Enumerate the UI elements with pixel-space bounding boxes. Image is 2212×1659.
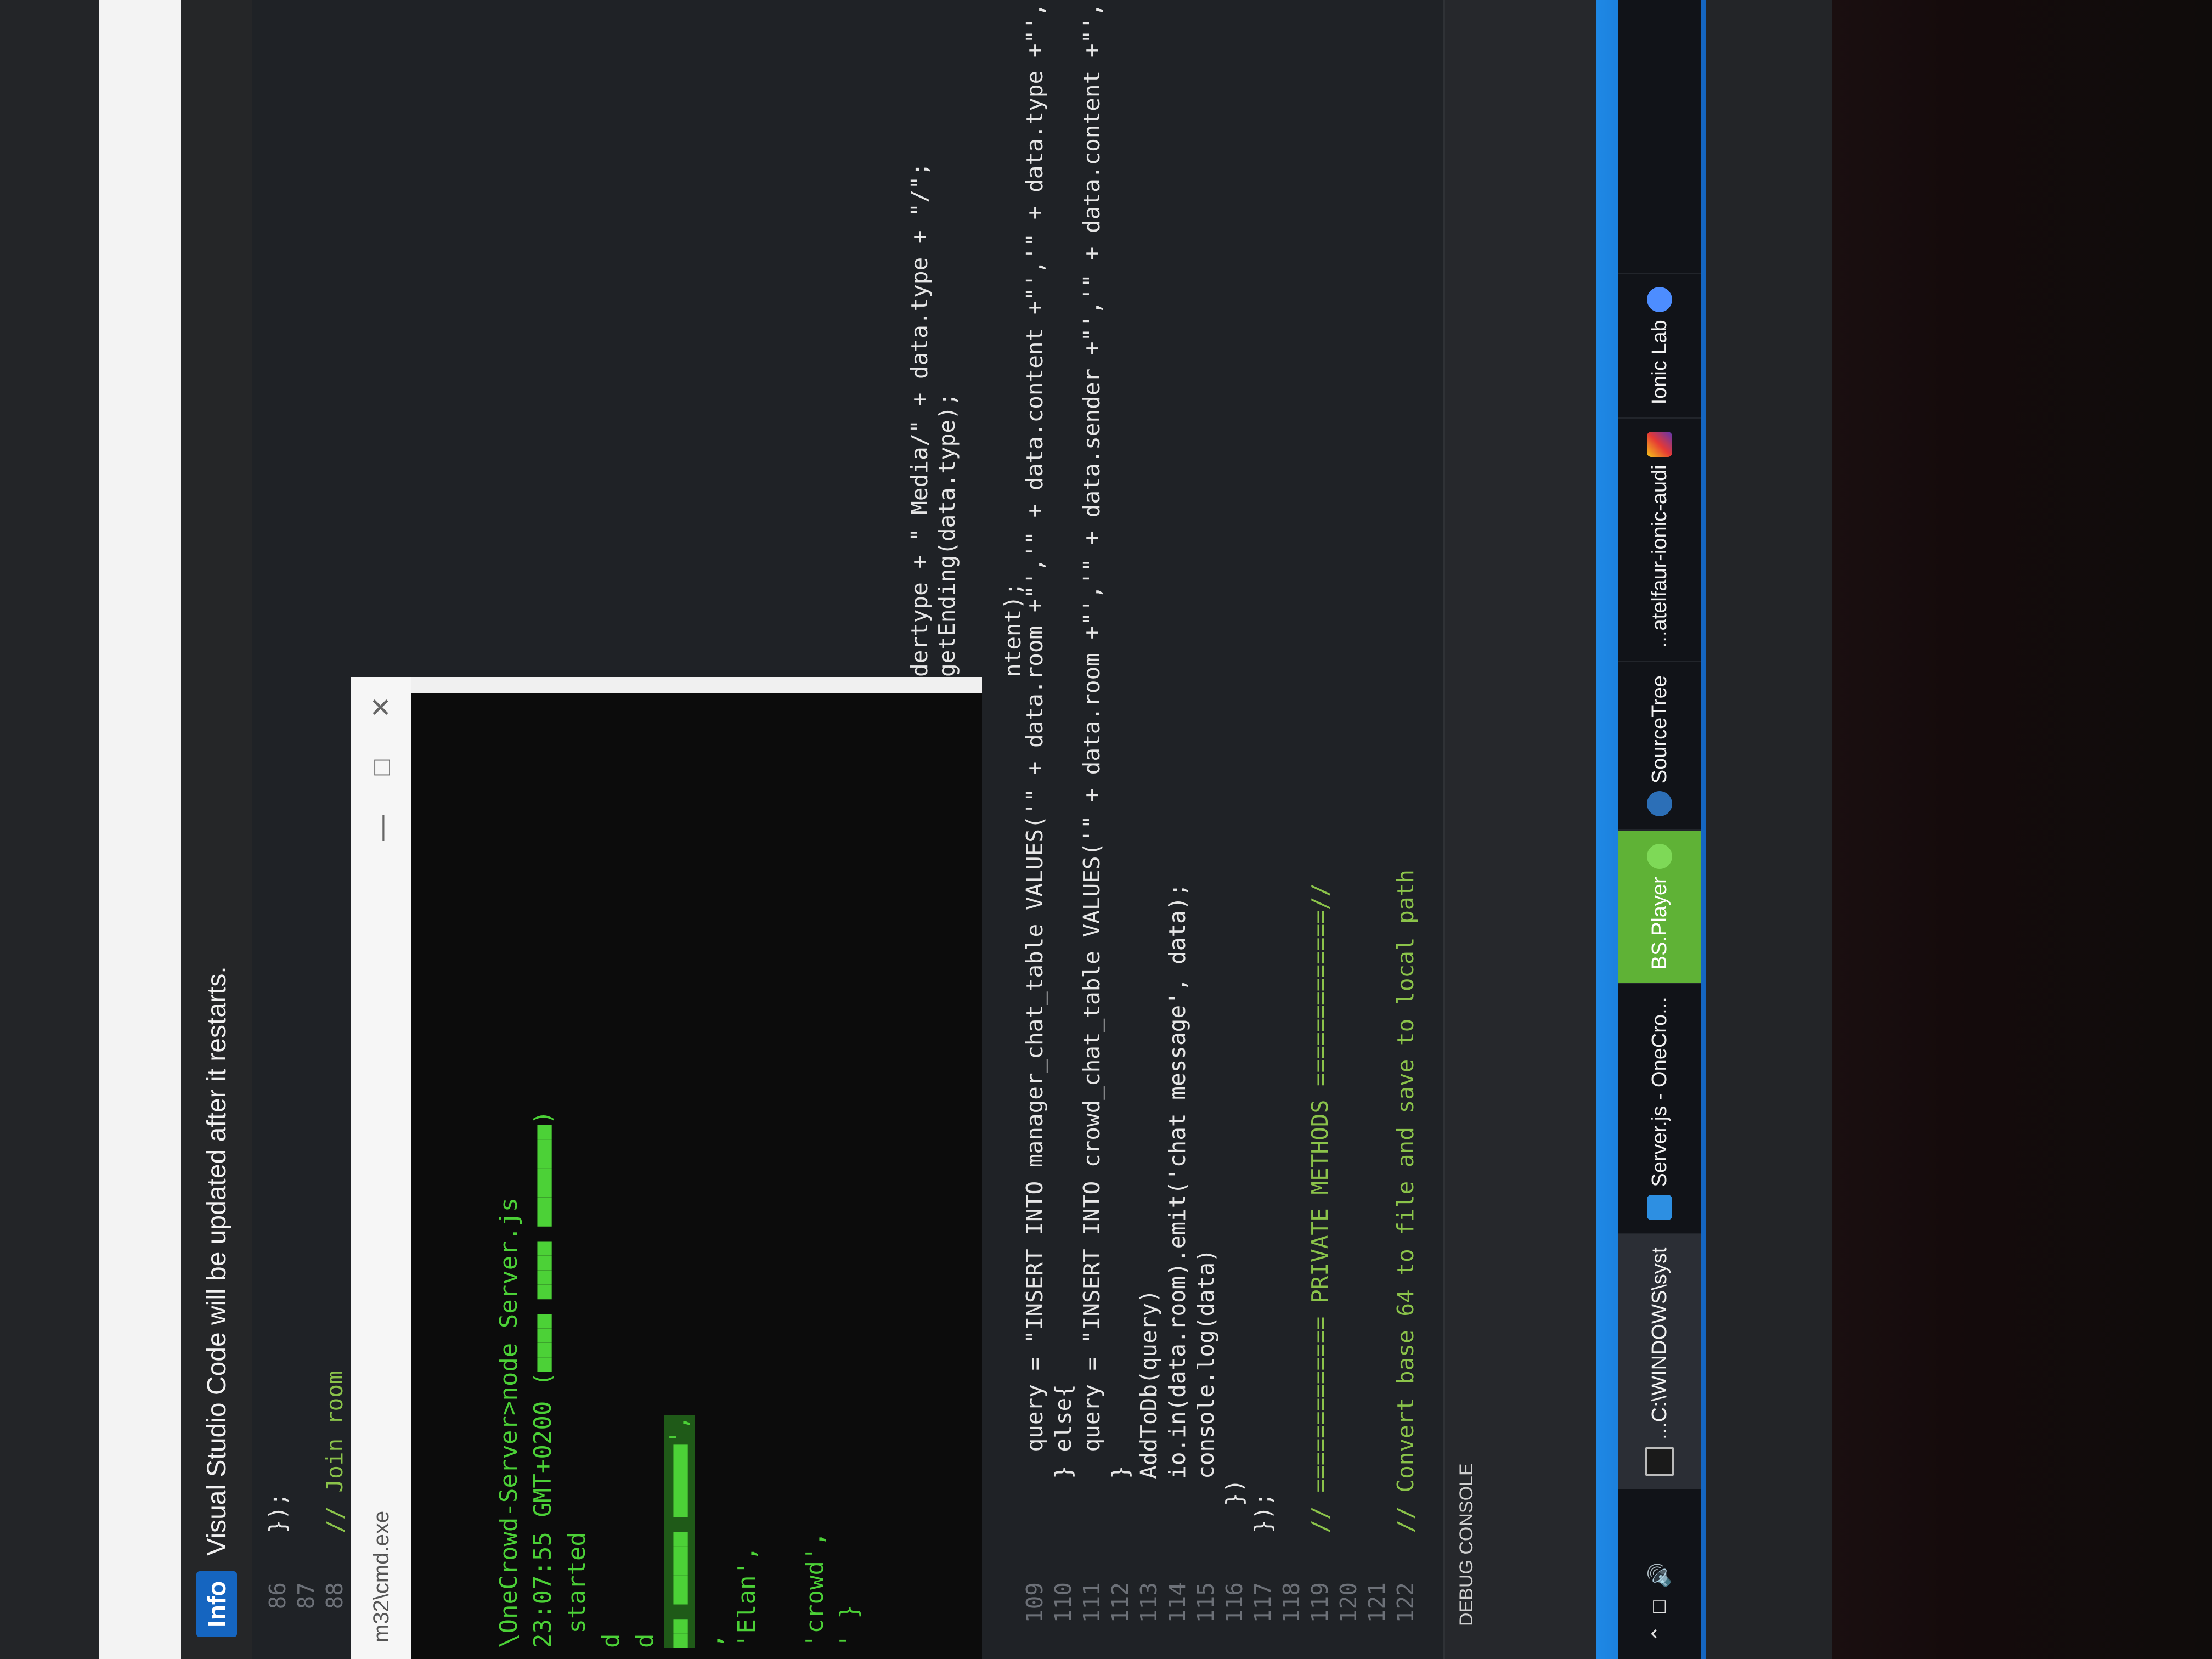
- cmd-line: ■■ ■■■■■ ■■■■■',: [664, 1415, 695, 1648]
- minimize-icon[interactable]: —: [366, 798, 397, 858]
- code-line: 117 });: [1250, 1492, 1276, 1623]
- taskbar-item-vscode[interactable]: Server.js - OneCro...: [1618, 983, 1701, 1233]
- code-line: 122 // Convert base 64 to file and save …: [1392, 870, 1419, 1623]
- cmd-scrollbar[interactable]: [411, 677, 982, 693]
- code-fragment: getEnding(data.type);: [934, 392, 960, 677]
- code-line: 112 }: [1107, 1465, 1133, 1623]
- vscode-icon: [1647, 1194, 1672, 1220]
- maximize-icon[interactable]: □: [366, 737, 397, 798]
- taskbar-item-label: SourceTree: [1647, 675, 1671, 784]
- taskbar-item-label: Ionic Lab: [1647, 320, 1671, 405]
- terminal-icon: [1645, 1447, 1674, 1476]
- code-line: 111 query = "INSERT INTO crowd_chat_tabl…: [1079, 0, 1105, 1623]
- code-line: 109 query = "INSERT INTO manager_chat_ta…: [1022, 0, 1048, 1623]
- taskbar-item-sourcetree[interactable]: SourceTree: [1618, 661, 1701, 830]
- taskbar-item-cmd[interactable]: ...C:\WINDOWS\syst: [1618, 1233, 1701, 1489]
- taskbar-item-label: ...C:\WINDOWS\syst: [1647, 1247, 1671, 1440]
- code-line: 87: [293, 1582, 319, 1610]
- cmd-line: 'crowd',: [801, 1532, 829, 1648]
- sourcetree-icon: [1647, 791, 1672, 817]
- taskbar-item-label: ...atelfaur-ionic-audi: [1647, 465, 1671, 648]
- chevron-up-icon[interactable]: ⌃: [1647, 1625, 1672, 1643]
- photo-frame: Info Visual Studio Code will be updated …: [0, 0, 2212, 1659]
- code-line: 88 // Join room: [321, 1370, 348, 1610]
- notification-bar: Info Visual Studio Code will be updated …: [181, 0, 252, 1659]
- code-line: 121: [1364, 1582, 1390, 1623]
- taskbar-item-audio-app[interactable]: ...atelfaur-ionic-audi: [1618, 417, 1701, 662]
- cmd-title: m32\cmd.exe: [369, 1510, 393, 1643]
- monitor-screen: Info Visual Studio Code will be updated …: [0, 0, 1832, 1659]
- code-line: 120: [1335, 1582, 1362, 1623]
- code-line: 114 io.in(data.room).emit('chat message'…: [1164, 883, 1190, 1623]
- code-line: 116 }): [1221, 1479, 1248, 1623]
- code-line: 113 AddToDb(query): [1136, 1289, 1162, 1623]
- debug-console-tab[interactable]: DEBUG CONSOLE: [1456, 1463, 1477, 1626]
- cmd-line: d: [597, 1633, 625, 1649]
- notification-message: Visual Studio Code will be updated after…: [202, 966, 232, 1556]
- debug-console-panel[interactable]: DEBUG CONSOLE: [1443, 0, 1599, 1659]
- taskbar-items: ⌃ □ 🔊 ...C:\WINDOWS\syst Server.js - One…: [1618, 0, 1701, 1659]
- cmd-window[interactable]: m32\cmd.exe — □ ✕ \OneCrowd-Server>node …: [351, 677, 982, 1659]
- cmd-line: d: [631, 1633, 659, 1649]
- code-line: 119 // ============= PRIVATE METHODS ===…: [1307, 883, 1333, 1623]
- bsplayer-icon: [1647, 844, 1672, 870]
- cmd-line: ,: [699, 1633, 727, 1649]
- close-icon[interactable]: ✕: [366, 677, 397, 737]
- taskbar-item-label: BS.Player: [1647, 877, 1671, 970]
- cmd-line: ' }: [835, 1604, 863, 1648]
- code-line: 86 });: [264, 1492, 291, 1610]
- ionic-icon: [1647, 287, 1672, 313]
- network-icon[interactable]: □: [1647, 1600, 1672, 1613]
- taskbar-item-label: Server.js - OneCro...: [1647, 997, 1671, 1187]
- monitor-bezel: LG: [1832, 0, 2212, 1659]
- taskbar-item-bsplayer[interactable]: BS.Player: [1618, 830, 1701, 983]
- code-line: 115 console.log(data): [1193, 1249, 1219, 1623]
- taskbar-item-ionic-lab[interactable]: Ionic Lab: [1618, 273, 1701, 418]
- system-tray: ⌃ □ 🔊: [1647, 1489, 1672, 1659]
- taskbar: ⌃ □ 🔊 ...C:\WINDOWS\syst Server.js - One…: [1596, 0, 1706, 1659]
- cmd-line: started: [563, 1532, 591, 1648]
- cmd-line: \OneCrowd-Server>node Server.js: [495, 1197, 523, 1648]
- cmd-line: 'Elan',: [733, 1546, 761, 1648]
- cmd-line: 23:07:55 GMT+0200 (■■■■ ■■■■ ■■■■■■■): [529, 1110, 557, 1648]
- code-fragment: dertype + " Media/" + data.type + "/";: [906, 162, 933, 677]
- window-titlebar: [99, 0, 181, 1659]
- code-line: 110 } else{: [1050, 1384, 1076, 1623]
- volume-icon[interactable]: 🔊: [1647, 1562, 1672, 1588]
- app-icon: [1647, 432, 1672, 458]
- info-badge: Info: [196, 1571, 237, 1637]
- cmd-titlebar[interactable]: m32\cmd.exe — □ ✕: [351, 677, 411, 1659]
- cmd-output: \OneCrowd-Server>node Server.js 23:07:55…: [411, 693, 982, 1659]
- code-line: 118: [1278, 1582, 1305, 1623]
- window-controls: — □ ✕: [351, 677, 411, 858]
